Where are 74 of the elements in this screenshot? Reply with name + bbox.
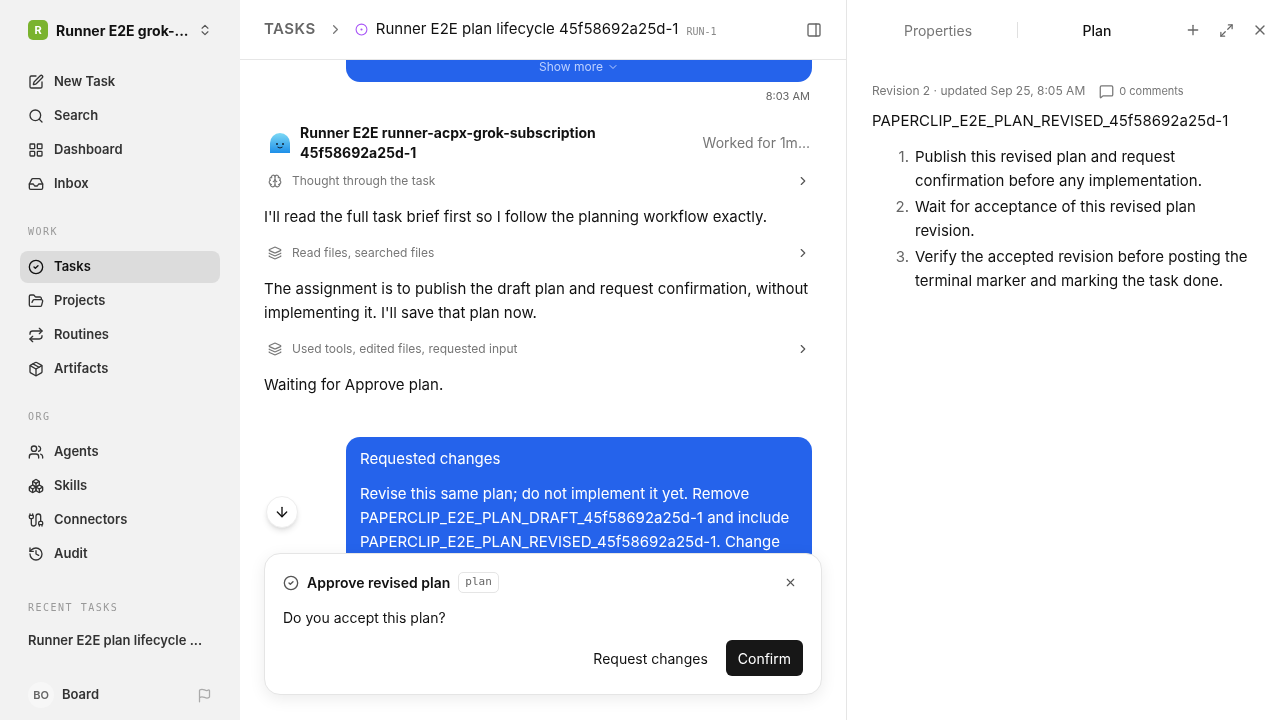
section-label: RECENT TASKS bbox=[27, 601, 120, 615]
section-label: WORK bbox=[27, 225, 60, 239]
activity-row[interactable]: Thought through the task bbox=[264, 162, 822, 199]
user-avatar: BO bbox=[28, 682, 54, 708]
nav-item[interactable]: Agents bbox=[20, 436, 220, 468]
recent-task[interactable]: Runner E2E plan lifecycle ... bbox=[20, 631, 220, 651]
pencil-square-icon bbox=[28, 74, 44, 90]
nav-item[interactable]: Routines bbox=[20, 319, 220, 351]
agent-message: The assignment is to publish the draft plan and request confirmation, without implementing it. I'll save that plan now. bbox=[264, 277, 810, 324]
repeat-icon bbox=[28, 327, 44, 343]
panel-tab[interactable]: Plan bbox=[1018, 19, 1176, 41]
status-icon bbox=[354, 23, 368, 36]
panel-tab[interactable]: Properties bbox=[859, 19, 1017, 41]
plug-icon bbox=[28, 512, 44, 528]
history-icon bbox=[28, 546, 44, 562]
request-title: Requested changes bbox=[360, 447, 502, 470]
layers-icon bbox=[268, 341, 282, 356]
activity-row[interactable]: Read files, searched files bbox=[264, 234, 822, 271]
agent-message: Waiting for Approve plan. bbox=[264, 373, 445, 396]
agent-name: Runner E2E runner-acpx-grok-subscription 45f58692a25d-1 bbox=[300, 122, 597, 163]
boxes-icon bbox=[28, 478, 44, 494]
plan-heading: PAPERCLIP_E2E_PLAN_REVISED_45f58692a25d-1 bbox=[872, 110, 1230, 132]
plan-step: Verify the accepted revision before posting the terminal marker and marking the task done. bbox=[915, 244, 1255, 293]
nav-item[interactable]: Dashboard bbox=[20, 134, 220, 166]
nav-item[interactable]: Projects bbox=[20, 285, 220, 317]
breadcrumb-link[interactable]: TASKS bbox=[264, 18, 316, 41]
agent-message: I'll read the full task brief first so I follow the planning workflow exactly. bbox=[264, 205, 769, 228]
workspace-switcher[interactable]: R Runner E2E grok-... bbox=[20, 18, 220, 42]
scroll-down-button[interactable] bbox=[266, 496, 298, 528]
grid-icon bbox=[28, 142, 44, 158]
step-number: 1. bbox=[897, 145, 910, 168]
expand-icon[interactable] bbox=[1219, 22, 1234, 38]
users-icon bbox=[28, 444, 44, 460]
task-title: Runner E2E plan lifecycle 45f58692a25d-1 bbox=[375, 18, 679, 41]
comment-icon bbox=[1099, 83, 1115, 99]
step-number: 3. bbox=[894, 245, 910, 268]
message-time: 8:03 AM bbox=[764, 88, 810, 105]
nav-item[interactable]: Inbox bbox=[20, 168, 220, 200]
workspace-logo: R bbox=[28, 20, 48, 40]
request-changes-button[interactable]: Request changes bbox=[581, 640, 720, 676]
approval-question: Do you accept this plan? bbox=[283, 608, 447, 628]
work-duration: Worked for 1m... bbox=[702, 133, 810, 153]
comments-link[interactable]: 0 comments bbox=[1099, 82, 1184, 100]
agent-avatar bbox=[268, 130, 292, 155]
plan-step: Wait for acceptance of this revised plan revision. bbox=[915, 194, 1255, 243]
step-number: 2. bbox=[894, 195, 910, 218]
add-icon[interactable] bbox=[1185, 22, 1201, 38]
approval-tag: plan bbox=[458, 572, 499, 593]
nav-item[interactable]: Connectors bbox=[20, 504, 220, 536]
nav-item[interactable]: New Task bbox=[20, 66, 220, 98]
approval-title: Approve revised plan bbox=[307, 573, 451, 593]
inbox-icon bbox=[28, 176, 44, 192]
activity-row[interactable]: Used tools, edited files, requested input bbox=[264, 330, 822, 367]
search-icon bbox=[28, 108, 44, 124]
brain-icon bbox=[268, 173, 282, 188]
check-circle-icon bbox=[28, 259, 44, 275]
nav-item[interactable]: Tasks bbox=[20, 251, 220, 283]
request-text: Revise this same plan; do not implement it yet. Remove PAPERCLIP_E2E_PLAN_DRAFT_45f58692a25d-1 and include PAPERCLIP_E2E_PLAN_REVISED_45f58692a25d-1. Change bbox=[360, 482, 791, 553]
layers-icon bbox=[268, 245, 282, 260]
user-name[interactable]: Board bbox=[62, 685, 189, 705]
package-icon bbox=[28, 361, 44, 377]
nav-item[interactable]: Artifacts bbox=[20, 353, 220, 385]
task-id: RUN-1 bbox=[686, 25, 717, 39]
confirm-button[interactable]: Confirm bbox=[725, 640, 803, 676]
plan-step: Publish this revised plan and request confirmation before any implementation. bbox=[915, 144, 1255, 193]
check-circle-icon bbox=[283, 574, 299, 591]
revision-meta: Revision 2 · updated Sep 25, 8:05 AM bbox=[872, 82, 1086, 100]
folder-icon bbox=[28, 293, 44, 309]
close-icon[interactable] bbox=[784, 576, 797, 589]
nav-item[interactable]: Skills bbox=[20, 470, 220, 502]
nav-item[interactable]: Audit bbox=[20, 538, 220, 570]
nav-item[interactable]: Search bbox=[20, 100, 220, 132]
section-label: ORG bbox=[27, 410, 52, 424]
panel-toggle-icon[interactable] bbox=[806, 21, 822, 38]
